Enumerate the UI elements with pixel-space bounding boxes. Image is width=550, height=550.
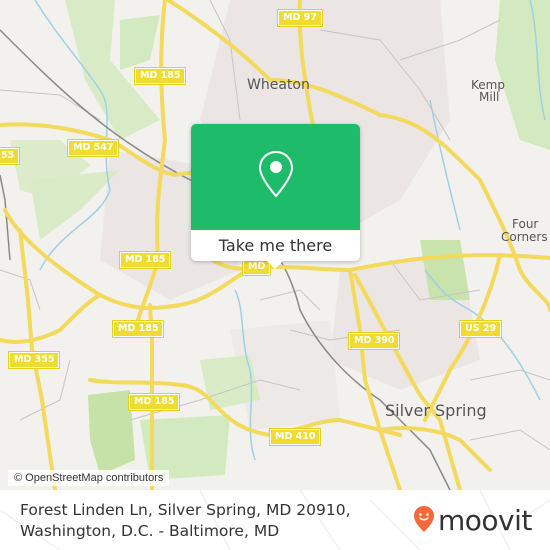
- place-label-silver-spring: Silver Spring: [385, 401, 487, 420]
- map-view[interactable]: MD 97 MD 185 MD 547 55 MD 185 MD 185 MD …: [0, 0, 550, 490]
- road-shield-md-547: MD 547: [66, 139, 120, 157]
- moovit-logo[interactable]: moovit: [413, 505, 532, 537]
- moovit-wordmark: moovit: [438, 504, 532, 537]
- popup-header: [191, 124, 360, 230]
- park-area: [495, 0, 550, 150]
- address-line-1: Forest Linden Ln, Silver Spring, MD 2091…: [20, 501, 351, 519]
- place-label-four-corners: Corners: [501, 230, 548, 244]
- road-shield-us-29: US 29: [458, 320, 503, 338]
- address-text: Forest Linden Ln, Silver Spring, MD 2091…: [20, 500, 351, 542]
- road-shield-md-410: MD 410: [268, 428, 322, 446]
- place-label-wheaton: Wheaton: [247, 77, 310, 93]
- address-line-2: Washington, D.C. - Baltimore, MD: [20, 522, 280, 540]
- road-shield-md-185: MD 185: [127, 393, 181, 411]
- road-shield-md-185: MD 185: [111, 320, 165, 338]
- park-area: [120, 15, 160, 70]
- park-area: [88, 390, 135, 475]
- take-me-there-button[interactable]: Take me there: [191, 230, 360, 261]
- road-shield-md-185: MD 185: [118, 251, 172, 269]
- location-popup: Take me there: [191, 124, 360, 269]
- attribution-text: © OpenStreetMap contributors: [14, 472, 164, 484]
- popup-tail: [266, 260, 284, 269]
- road-shield-md-355: 55: [0, 147, 21, 165]
- road-shield-md-355: MD 355: [7, 351, 61, 369]
- moovit-pin-icon: [413, 505, 435, 537]
- map-attribution[interactable]: © OpenStreetMap contributors: [8, 470, 170, 486]
- road-shield-md-390: MD 390: [347, 332, 401, 350]
- place-label-kemp-mill: Mill: [479, 90, 500, 104]
- road-shield-md-97: MD 97: [277, 9, 323, 27]
- road-shield-md-185: MD 185: [133, 67, 187, 85]
- place-label-four-corners: Four: [512, 217, 539, 231]
